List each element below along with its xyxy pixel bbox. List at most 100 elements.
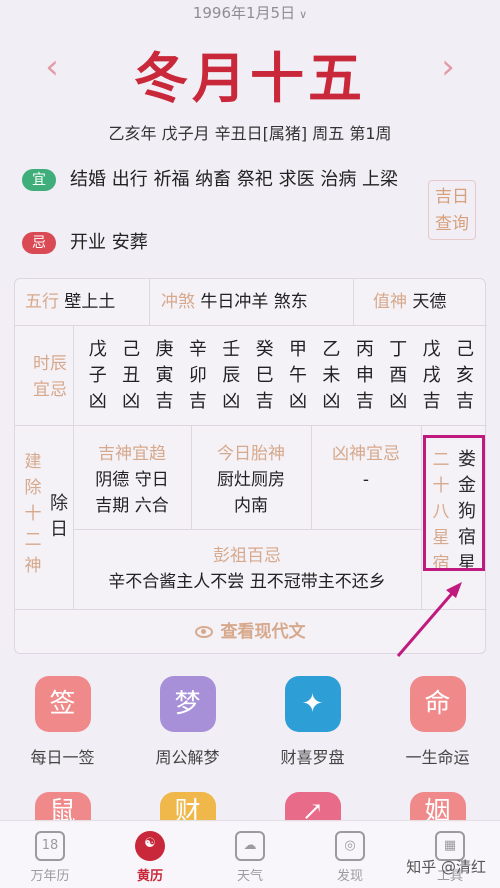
pengzu-title: 彭祖百忌	[213, 546, 281, 566]
next-day-arrow-icon[interactable]: ›	[436, 50, 460, 84]
app-label: 财喜罗盘	[280, 748, 345, 767]
shichen-zhi: 辰	[222, 365, 241, 386]
app-icon: 鼠	[34, 792, 91, 827]
tab-2[interactable]: ☁ 天气	[205, 821, 295, 888]
jishen-line2: 吉期 六合	[95, 496, 169, 516]
xingxiu-highlight-box	[423, 435, 485, 571]
shichen-column: 丁酉凶	[382, 337, 415, 415]
app-icon: ↗	[284, 792, 341, 827]
tab-icon: ☯	[135, 831, 165, 861]
wuxing-value: 壁上土	[64, 292, 116, 312]
tab-1[interactable]: ☯ 黄历	[105, 821, 195, 888]
shichen-luck: 吉	[355, 391, 374, 412]
shichen-gan: 己	[122, 339, 141, 360]
lunar-date-title: 冬月十五	[134, 46, 366, 110]
app-tile[interactable]: 梦周公解梦	[133, 676, 243, 768]
view-modern-label: 查看现代文	[220, 622, 306, 642]
app-tile[interactable]: 鼠	[8, 792, 118, 827]
shichen-gan: 乙	[322, 339, 341, 360]
shichen-column: 丙申吉	[348, 337, 381, 415]
app-tile[interactable]: 命一生命运	[383, 676, 493, 768]
app-label: 周公解梦	[155, 748, 220, 767]
pengzu-text: 辛不合酱主人不尝 丑不冠带主不还乡	[108, 572, 386, 592]
xiongshen-title: 凶神宜忌	[332, 444, 400, 464]
shichen-luck: 凶	[222, 391, 241, 412]
shichen-zhi: 戌	[422, 365, 441, 386]
shichen-gan: 甲	[289, 339, 308, 360]
app-tile[interactable]: 姻	[383, 792, 493, 827]
wuxing-cell: 五行 壁上土	[25, 279, 115, 325]
app-icon: 财	[159, 792, 216, 827]
tab-4[interactable]: ▦ 工具	[405, 821, 495, 888]
app-tile[interactable]: ✦ 财喜罗盘	[258, 676, 368, 768]
shichen-luck: 吉	[155, 391, 174, 412]
shichen-gan: 庚	[155, 339, 174, 360]
shichen-luck: 凶	[289, 391, 308, 412]
app-icon: 姻	[409, 792, 466, 827]
app-grid-row2: 鼠 财 ↗ 姻	[0, 792, 500, 827]
shichen-column: 庚寅吉	[148, 337, 181, 415]
shichen-gan: 丁	[389, 339, 408, 360]
shichen-zhi: 午	[289, 365, 308, 386]
ji-text: 开业 安葬	[70, 232, 148, 253]
shichen-luck: 吉	[188, 391, 207, 412]
tab-0[interactable]: 18 万年历	[5, 821, 95, 888]
shichen-gan: 丙	[355, 339, 374, 360]
taishen-title: 今日胎神	[217, 444, 285, 464]
chongsha-cell: 冲煞 牛日冲羊 煞东	[161, 279, 308, 325]
tab-label: 发现	[336, 869, 363, 884]
shichen-luck: 凶	[122, 391, 141, 412]
tab-3[interactable]: ◎ 发现	[305, 821, 395, 888]
taishen-line2: 内南	[234, 496, 268, 516]
tab-icon: ◎	[335, 831, 365, 861]
shichen-zhi: 丑	[122, 365, 141, 386]
solar-date-selector[interactable]: 1996年1月5日 ∨	[0, 2, 500, 23]
shichen-column: 己亥吉	[448, 337, 481, 415]
shichen-luck: 凶	[88, 391, 107, 412]
zhishen-value: 天德	[412, 292, 447, 312]
shichen-luck: 吉	[422, 391, 441, 412]
chongsha-value: 牛日冲羊 煞东	[200, 292, 308, 312]
shichen-luck: 凶	[389, 391, 408, 412]
jianchu-label: 建除十二神	[24, 452, 42, 576]
app-icon: 签	[34, 676, 91, 732]
app-tile[interactable]: 财	[133, 792, 243, 827]
shichen-grid: 戊子凶己丑凶庚寅吉辛卯吉壬辰凶癸巳吉甲午凶乙未凶丙申吉丁酉凶戊戌吉己亥吉	[81, 337, 482, 415]
view-modern-button[interactable]: 查看现代文	[15, 609, 485, 655]
xiongshen-value: -	[362, 470, 370, 490]
shichen-zhi: 亥	[455, 365, 474, 386]
almanac-table: 五行 壁上土 冲煞 牛日冲羊 煞东 值神 天德 时辰宜忌 戊子凶己丑凶庚寅吉辛卯…	[14, 278, 487, 655]
shichen-column: 壬辰凶	[215, 337, 248, 415]
app-label: 每日一签	[30, 748, 95, 767]
yi-row: 宜 结婚 出行 祈福 纳畜 祭祀 求医 治病 上梁	[22, 166, 400, 194]
shichen-column: 己丑凶	[114, 337, 147, 415]
shichen-luck: 凶	[322, 391, 341, 412]
app-tile[interactable]: 签每日一签	[8, 676, 118, 768]
jishen-title: 吉神宜趋	[98, 444, 166, 464]
app-label: 一生命运	[405, 748, 470, 767]
zhishen-cell: 值神 天德	[373, 279, 446, 325]
app-icon: 梦	[159, 676, 216, 732]
shichen-column: 甲午凶	[281, 337, 314, 415]
shichen-zhi: 巳	[255, 365, 274, 386]
shichen-gan: 己	[455, 339, 474, 360]
bottom-tab-bar: 18 万年历 ☯ 黄历 ☁ 天气 ◎ 发现 ▦ 工具	[0, 820, 500, 888]
app-grid: 签每日一签梦周公解梦 ✦ 财喜罗盘命一生命运	[0, 676, 500, 768]
shichen-zhi: 子	[88, 365, 107, 386]
yi-badge: 宜	[22, 169, 56, 191]
app-tile[interactable]: ↗	[258, 792, 368, 827]
shichen-zhi: 酉	[389, 365, 408, 386]
shichen-zhi: 未	[322, 365, 341, 386]
taishen-line1: 厨灶厕房	[217, 470, 285, 490]
tab-label: 天气	[236, 869, 263, 884]
jianchu-value: 除日	[50, 493, 68, 540]
shichen-luck: 吉	[255, 391, 274, 412]
tab-icon: ☁	[235, 831, 265, 861]
solar-date: 1996年1月5日	[192, 4, 296, 22]
ganzhi-line: 乙亥年 戊子月 辛丑日[属猪] 周五 第1周	[108, 124, 392, 143]
app-icon: ✦	[284, 676, 341, 732]
shichen-zhi: 卯	[188, 365, 207, 386]
chongsha-label: 冲煞	[161, 292, 195, 312]
jiri-query-button[interactable]: 吉日查询	[428, 180, 476, 240]
tab-label: 黄历	[136, 869, 163, 884]
